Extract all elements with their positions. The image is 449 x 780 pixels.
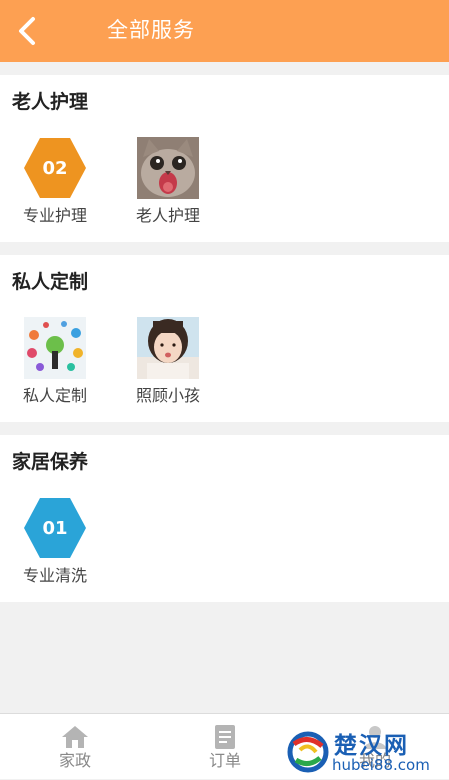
service-private-custom[interactable]: 私人定制 xyxy=(7,317,103,417)
service-label: 老人护理 xyxy=(135,206,200,225)
hexagon-badge-icon: 01 xyxy=(24,497,86,559)
order-icon xyxy=(215,725,235,749)
service-label: 私人定制 xyxy=(22,386,87,405)
service-professional-nursing[interactable]: 02 专业护理 xyxy=(7,137,103,237)
tab-label: 订单 xyxy=(208,751,241,770)
watermark-url: hubei88.com xyxy=(332,756,430,774)
app-icons-image xyxy=(24,317,86,379)
service-label: 照顾小孩 xyxy=(135,386,200,405)
watermark-logo: 楚汉网 hubei88.com xyxy=(286,728,446,778)
section-home-maintenance: 家居保养 01 专业清洗 xyxy=(0,435,449,602)
tab-home-services[interactable]: 家政 xyxy=(0,714,150,780)
section-private-custom: 私人定制 私人定制 照顾小孩 xyxy=(0,255,449,422)
section-title: 家居保养 xyxy=(12,451,89,473)
service-label: 专业清洗 xyxy=(22,566,87,585)
tab-label: 家政 xyxy=(58,751,91,770)
watermark-name: 楚汉网 xyxy=(334,733,409,759)
home-icon xyxy=(62,726,88,748)
badge-number: 01 xyxy=(42,517,68,539)
service-label: 专业护理 xyxy=(22,206,87,225)
cat-photo-image xyxy=(137,137,199,199)
page-title: 全部服务 xyxy=(107,18,195,42)
service-childcare[interactable]: 照顾小孩 xyxy=(120,317,216,417)
back-arrow-icon[interactable] xyxy=(12,14,46,48)
child-photo-image xyxy=(137,317,199,379)
section-title: 老人护理 xyxy=(12,91,89,113)
service-elderly-care[interactable]: 老人护理 xyxy=(120,137,216,237)
watermark-globe-icon xyxy=(287,731,329,773)
service-professional-cleaning[interactable]: 01 专业清洗 xyxy=(7,497,103,597)
badge-number: 02 xyxy=(42,157,68,179)
hexagon-badge-icon: 02 xyxy=(24,137,86,199)
app-header: 全部服务 xyxy=(0,0,449,62)
section-elderly-care: 老人护理 02 专业护理 老人护理 xyxy=(0,75,449,242)
tab-orders[interactable]: 订单 xyxy=(150,714,300,780)
section-title: 私人定制 xyxy=(12,271,89,293)
